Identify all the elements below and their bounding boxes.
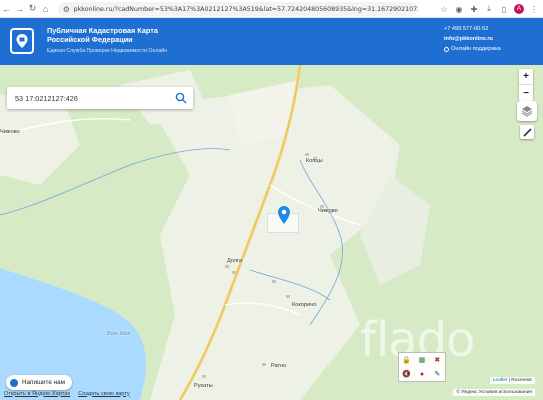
layers-icon [521, 106, 533, 117]
online-support-link[interactable]: Онлайн поддержка [444, 46, 501, 52]
search-input[interactable]: 53 17:0212127:426 [15, 94, 78, 103]
place-label: Чижово [0, 129, 20, 135]
zoom-control: + − [519, 69, 533, 101]
widget-sound-icon[interactable]: 🔇 [399, 367, 414, 381]
widget-pen-icon[interactable]: ✎ [430, 367, 445, 381]
map-canvas[interactable]: flado Копцы Чижово Чижово Долга Кокорино… [0, 65, 543, 400]
address-bar[interactable]: ⚙ pkkonline.ru/?cadNumber=53%3A17%3A0212… [58, 2, 418, 16]
layers-button[interactable] [517, 101, 537, 121]
measure-button[interactable] [520, 125, 534, 139]
location-pin-icon[interactable] [278, 206, 290, 224]
rosreestr-link[interactable]: Rosreestr [511, 378, 532, 383]
place-label: Кокорино [292, 302, 317, 308]
support-label: Онлайн поддержка [451, 46, 501, 52]
map-attribution: Leaflet | Rosreestr [489, 377, 535, 384]
site-title-line1: Публичная Кадастровая Карта [47, 26, 158, 35]
ruler-icon [522, 127, 532, 137]
create-map-link[interactable]: Создать свою карту [78, 391, 129, 397]
cadastral-search-box[interactable]: 53 17:0212127:426 [7, 87, 193, 109]
back-icon[interactable]: ← [0, 0, 13, 18]
home-icon[interactable]: ⌂ [39, 0, 52, 18]
download-icon[interactable]: ⤓ [484, 4, 494, 14]
bottom-links: Открыть в Яндекс.Картах Создать свою кар… [0, 387, 543, 400]
open-in-yandex-link[interactable]: Открыть в Яндекс.Картах [4, 391, 70, 397]
place-label: Долга [227, 258, 243, 264]
menu-icon[interactable]: ⋮ [529, 4, 539, 14]
phone-link[interactable]: +7 499 577-00-52 [444, 26, 488, 32]
lake-label: Бол. Мох [107, 331, 131, 337]
zoom-in-button[interactable]: + [519, 69, 533, 85]
widget-lock-icon[interactable]: 🔒 [399, 353, 414, 367]
puzzle-icon[interactable]: ✚ [469, 4, 479, 14]
logo-icon[interactable] [10, 28, 34, 54]
widget-close-icon[interactable]: ✖ [430, 353, 445, 367]
floating-toolbar-widget: 🔒 ▦ ✖ 🔇 ● ✎ [398, 352, 446, 382]
site-header: Публичная Кадастровая Карта Российской Ф… [0, 18, 543, 65]
zoom-out-button[interactable]: − [519, 85, 533, 101]
sidebar-icon[interactable]: ▯ [499, 4, 509, 14]
widget-record-icon[interactable]: ● [414, 367, 429, 381]
profile-avatar[interactable]: A [514, 4, 524, 14]
support-icon [444, 46, 449, 52]
widget-grid-icon[interactable]: ▦ [414, 353, 429, 367]
site-info-icon[interactable]: ⚙ [62, 4, 71, 14]
site-title-line2: Российской Федерации [47, 35, 133, 44]
url-text: pkkonline.ru/?cadNumber=53%3A17%3A021212… [73, 5, 418, 13]
browser-toolbar: ← → ↻ ⌂ ⚙ pkkonline.ru/?cadNumber=53%3A1… [0, 0, 543, 18]
place-label: Чижово [318, 208, 338, 214]
reload-icon[interactable]: ↻ [26, 0, 39, 18]
email-link[interactable]: info@pkkonline.ru [444, 36, 493, 42]
place-label: Ратно [271, 363, 287, 369]
chat-label: Напишите нам [22, 379, 65, 386]
chat-icon [10, 378, 18, 387]
search-icon[interactable] [175, 92, 187, 104]
site-subtitle: Единая Служба Проверки Недвижимости Онла… [47, 48, 167, 54]
extension-icon[interactable]: ◉ [454, 4, 464, 14]
place-label: Копцы [306, 158, 323, 164]
forward-icon[interactable]: → [13, 0, 26, 18]
bookmark-star-icon[interactable]: ☆ [439, 4, 449, 14]
leaflet-link[interactable]: Leaflet [493, 378, 507, 383]
